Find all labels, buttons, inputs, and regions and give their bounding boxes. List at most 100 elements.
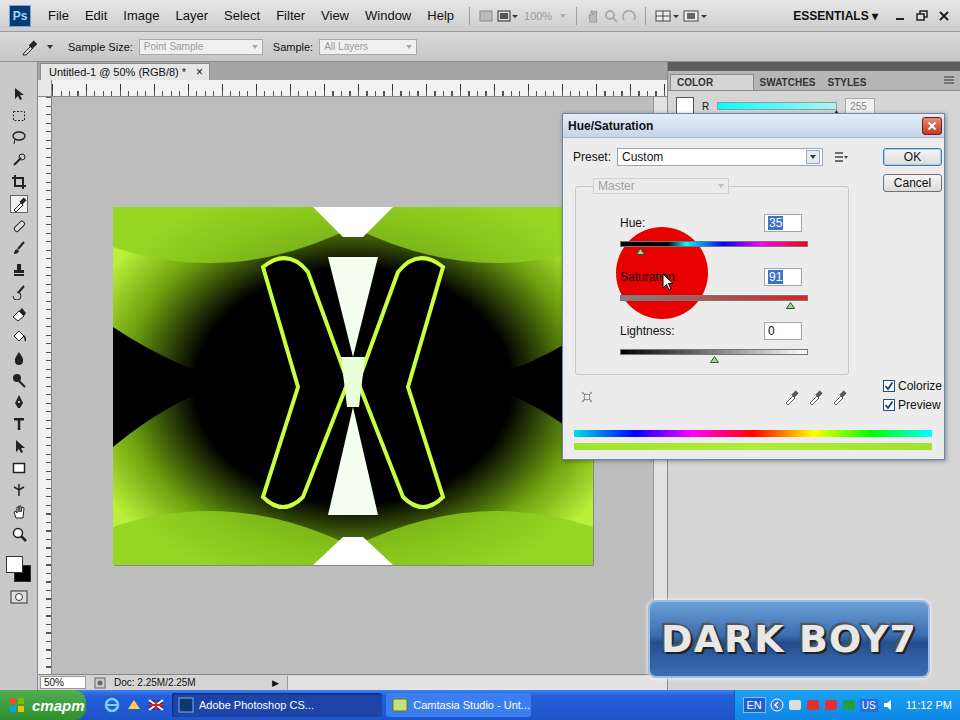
view-extras-icon[interactable] [496, 8, 518, 24]
horizontal-scrollbar[interactable] [287, 676, 667, 690]
menu-item[interactable]: Window [358, 8, 418, 23]
tray-app-icon[interactable] [806, 698, 820, 712]
brush-tool-icon[interactable] [11, 240, 27, 256]
dodge-tool-icon[interactable] [11, 372, 27, 388]
path-selection-tool-icon[interactable] [11, 438, 27, 454]
quick-selection-tool-icon[interactable] [11, 152, 27, 168]
dropdown-icon[interactable] [558, 11, 568, 21]
language-indicator[interactable]: EN [743, 697, 766, 713]
start-button[interactable]: старт [0, 690, 86, 720]
taskbar-button[interactable]: Adobe Photoshop CS... [172, 693, 382, 717]
preset-options-icon[interactable] [833, 150, 849, 164]
crop-tool-icon[interactable] [11, 174, 27, 190]
menu-item[interactable]: Layer [169, 8, 216, 23]
history-brush-tool-icon[interactable] [11, 284, 27, 300]
media-icon[interactable] [126, 697, 142, 713]
bridge-icon[interactable] [478, 8, 494, 24]
checkbox[interactable] [883, 380, 895, 392]
status-menu-arrow[interactable]: ▶ [272, 678, 279, 688]
taskbar-button[interactable]: Camtasia Studio - Unt... [386, 693, 531, 717]
slider-value-field[interactable]: 91 [764, 268, 802, 286]
document-tab[interactable]: Untitled-1 @ 50% (RGB/8) *× [40, 63, 210, 80]
paint-bucket-tool-icon[interactable] [11, 328, 27, 344]
panel-tab[interactable]: COLOR [670, 74, 754, 90]
tray-app-icon[interactable] [824, 698, 838, 712]
tray-app-icon[interactable] [788, 698, 802, 712]
sample-size-select[interactable]: Point Sample [139, 39, 263, 55]
eraser-tool-icon[interactable] [11, 306, 27, 322]
menu-item[interactable]: View [314, 8, 356, 23]
zoom-icon[interactable] [603, 8, 619, 24]
keyboard-layout[interactable]: US [860, 699, 878, 712]
cancel-button[interactable]: Cancel [883, 174, 942, 192]
checkbox-row[interactable]: Colorize [883, 376, 942, 395]
eyedropper-tool-icon[interactable] [11, 196, 27, 212]
shape-tool-icon[interactable] [11, 460, 27, 476]
move-tool-icon[interactable] [11, 86, 27, 102]
status-icon[interactable] [94, 677, 106, 689]
clone-stamp-tool-icon[interactable] [11, 262, 27, 278]
tray-app-icon[interactable] [842, 698, 856, 712]
internet-explorer-icon[interactable] [104, 697, 120, 713]
slider-track[interactable] [620, 241, 808, 247]
healing-brush-tool-icon[interactable] [11, 218, 27, 234]
menu-item[interactable]: Select [217, 8, 267, 23]
tool-preset-arrow-icon[interactable] [46, 42, 54, 52]
eyedropper-icon[interactable] [783, 389, 799, 405]
eyedropper-icon[interactable] [20, 38, 40, 56]
foreground-color[interactable] [6, 556, 23, 573]
panel-tab[interactable]: SWATCHES [754, 75, 822, 90]
volume-icon[interactable] [882, 698, 896, 712]
zoom-tool-icon[interactable] [11, 526, 27, 542]
zoom-level[interactable]: 100% [520, 10, 556, 22]
dialog-title-bar[interactable]: Hue/Saturation [563, 114, 944, 138]
dialog-close-button[interactable] [922, 117, 942, 135]
preset-select[interactable]: Custom [617, 148, 823, 166]
arrange-icon[interactable] [654, 8, 680, 24]
color-swatches[interactable] [5, 554, 33, 584]
quick-mask-icon[interactable] [10, 590, 28, 604]
slider-thumb-icon[interactable] [710, 356, 719, 363]
sample-select[interactable]: All Layers [319, 39, 417, 55]
flag-icon[interactable] [148, 697, 164, 713]
blur-tool-icon[interactable] [11, 350, 27, 366]
slider-thumb-icon[interactable] [786, 302, 795, 309]
panel-tab[interactable]: STYLES [822, 75, 873, 90]
menu-item[interactable]: Image [116, 8, 166, 23]
hand-icon[interactable] [585, 8, 601, 24]
checkbox[interactable] [883, 399, 895, 411]
tab-close-button[interactable]: × [196, 65, 203, 79]
type-tool-icon[interactable] [11, 416, 27, 432]
slider-value-field[interactable]: 35 [764, 214, 802, 232]
targeted-adjustment-icon[interactable] [579, 389, 595, 405]
slider-track[interactable] [620, 295, 808, 301]
hand-tool-icon[interactable] [11, 504, 27, 520]
red-value-field[interactable]: 255 [845, 98, 875, 114]
3d-rotate-tool-icon[interactable] [11, 482, 27, 498]
slider-track[interactable] [620, 349, 808, 355]
subtract-from-sample-icon[interactable] [831, 389, 847, 405]
pen-tool-icon[interactable] [11, 394, 27, 410]
workspace-switcher[interactable]: ESSENTIALS ▾ [783, 9, 888, 23]
red-slider-track[interactable] [717, 102, 837, 110]
tray-back-icon[interactable] [770, 698, 784, 712]
zoom-field[interactable]: 50% [40, 676, 86, 689]
slider-value-field[interactable]: 0 [764, 322, 802, 340]
restore-icon[interactable] [915, 9, 929, 23]
close-icon[interactable] [937, 9, 951, 23]
ok-button[interactable]: OK [883, 148, 942, 166]
menu-item[interactable]: Filter [269, 8, 312, 23]
app-logo[interactable]: Ps [9, 5, 31, 27]
marquee-tool-icon[interactable] [11, 108, 27, 124]
slider-thumb-icon[interactable] [636, 248, 645, 255]
menu-item[interactable]: File [41, 8, 76, 23]
screen-mode-icon[interactable] [682, 8, 708, 24]
menu-item[interactable]: Edit [78, 8, 114, 23]
add-to-sample-icon[interactable] [807, 389, 823, 405]
menu-item[interactable]: Help [420, 8, 461, 23]
lasso-tool-icon[interactable] [11, 130, 27, 146]
checkbox-row[interactable]: Preview [883, 395, 942, 414]
minimize-icon[interactable] [893, 9, 907, 23]
rotate-icon[interactable] [621, 8, 637, 24]
panel-menu-icon[interactable] [942, 74, 956, 86]
